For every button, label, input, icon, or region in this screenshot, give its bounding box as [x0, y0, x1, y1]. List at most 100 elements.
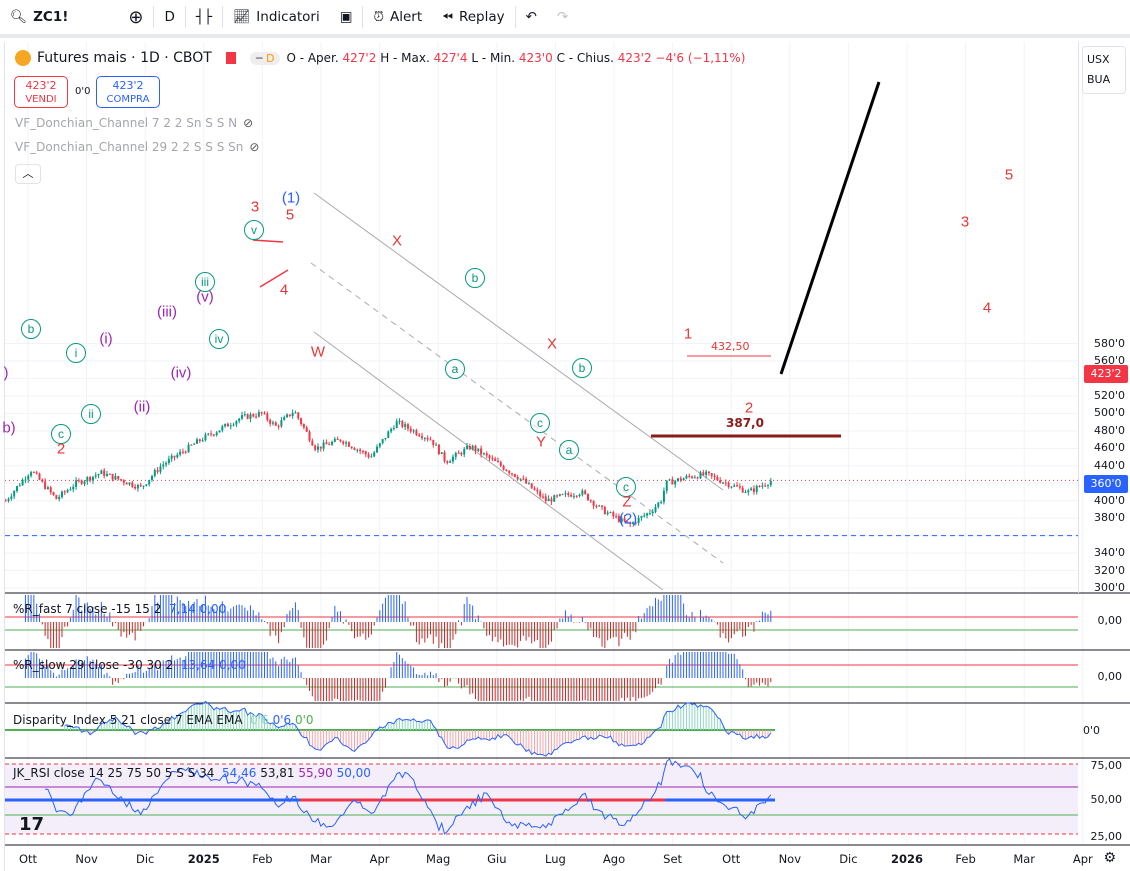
settings-gear-icon[interactable]: ⚙: [1103, 850, 1116, 866]
pane-wr-slow-legend[interactable]: %R_slow 29 close -30 30 2 13,64 0,00: [13, 658, 246, 672]
indicator-donchian-29[interactable]: VF_Donchian_Channel 29 2 2 S S S Sn ⊘: [15, 140, 259, 154]
pane-wr-fast-legend[interactable]: %R_fast 7 close -15 15 2 7,14 0,00: [13, 602, 226, 616]
flag-icon[interactable]: [225, 52, 236, 64]
wave-label[interactable]: X: [547, 336, 557, 353]
wave-label[interactable]: i: [66, 343, 86, 363]
alert-button[interactable]: ⏰︎ Alert: [363, 2, 432, 32]
wave-label[interactable]: ii: [81, 404, 101, 424]
candle-body: [97, 474, 100, 476]
buy-button[interactable]: 423'2 COMPRA: [96, 76, 160, 108]
chevron-up-icon: ︿: [22, 167, 34, 180]
channel-upper-line: [313, 192, 724, 491]
wave-label[interactable]: 4: [280, 282, 288, 299]
price-tick: 460'0: [1093, 441, 1125, 455]
pane-rsi-legend[interactable]: JK_RSI close 14 25 75 50 5 S S 34 54,46 …: [13, 766, 371, 780]
candle-body: [460, 452, 463, 455]
unit-select[interactable]: BUA: [1087, 70, 1121, 90]
wave-label[interactable]: 2: [745, 400, 753, 417]
chart-type-button[interactable]: ┤├: [186, 2, 222, 32]
wave-label[interactable]: (1): [282, 190, 300, 207]
candle-body: [86, 477, 89, 482]
candle-body: [18, 485, 21, 487]
wave-label[interactable]: 4: [983, 300, 991, 317]
candle-body: [378, 443, 381, 447]
wave-label[interactable]: ): [4, 365, 9, 382]
rsi-axis-75: 75,00: [1090, 759, 1123, 772]
candle-body: [609, 512, 612, 514]
indicators-button[interactable]: 📈︎ Indicatori: [223, 2, 330, 32]
interval-button[interactable]: D: [154, 2, 184, 32]
candle-body: [716, 476, 719, 481]
chart-area[interactable]: Futures mais · 1D · CBOT ━ D O - Aper. 4…: [2, 42, 1130, 871]
wave-label[interactable]: 2: [57, 441, 65, 458]
wave-label[interactable]: 5: [1005, 167, 1013, 184]
wave-label[interactable]: (iii): [157, 304, 177, 321]
price-axis[interactable]: 580'0560'0540'0520'0500'0480'0460'0440'0…: [1078, 42, 1130, 594]
time-tick: Feb: [955, 852, 976, 866]
time-tick: 2026: [890, 852, 924, 866]
candle-body: [384, 438, 387, 440]
wave-label[interactable]: b: [21, 319, 41, 339]
wave-label[interactable]: 5: [286, 207, 294, 224]
eye-off-icon[interactable]: ⊘: [249, 140, 259, 154]
candle-body: [561, 494, 564, 496]
wave-label[interactable]: iv: [209, 329, 229, 349]
wave-label[interactable]: 3: [961, 214, 969, 231]
wave-label[interactable]: Y: [536, 434, 546, 451]
wave-label[interactable]: X: [392, 233, 402, 250]
disparity-line: [64, 700, 772, 757]
candle-body: [741, 487, 744, 493]
wave-label[interactable]: v: [244, 220, 264, 240]
wave-label[interactable]: W: [311, 344, 325, 361]
candle-body: [55, 495, 58, 500]
pane-disparity-legend[interactable]: Disparity_Index 5 21 close 7 EMA EMA 0'6…: [13, 713, 314, 727]
wave-label[interactable]: (ii): [134, 399, 151, 416]
candle-body: [111, 473, 114, 480]
wave-label[interactable]: b): [2, 420, 15, 437]
candle-body: [105, 473, 108, 476]
candle-body: [347, 442, 350, 447]
undo-button[interactable]: ↶: [516, 2, 547, 32]
wave-label[interactable]: (i): [99, 331, 112, 348]
wave-label[interactable]: (iv): [171, 365, 192, 382]
tradingview-logo[interactable]: 17: [19, 814, 44, 835]
wave-label[interactable]: a: [445, 359, 465, 379]
currency-menu[interactable]: USX BUA: [1082, 46, 1126, 94]
eye-off-icon[interactable]: ⊘: [243, 116, 253, 130]
candle-body: [457, 452, 460, 454]
candle-body: [294, 412, 297, 414]
candle-body: [471, 445, 474, 450]
candle-body: [646, 513, 649, 516]
wave-label[interactable]: 1: [684, 326, 692, 343]
candle-body: [134, 486, 137, 489]
wave-label[interactable]: (v): [196, 289, 214, 306]
candle-body: [575, 495, 578, 497]
candle-body: [167, 458, 170, 463]
wave-label[interactable]: 3: [251, 199, 259, 216]
indicator-donchian-7[interactable]: VF_Donchian_Channel 7 2 2 Sn S S N ⊘: [15, 116, 253, 130]
wave-label[interactable]: a: [559, 440, 579, 460]
wave-label[interactable]: b: [465, 268, 485, 288]
candle-body: [589, 500, 592, 502]
candle-body: [246, 414, 249, 419]
layouts-button[interactable]: ▣: [330, 2, 363, 32]
replay-button[interactable]: ⏪︎ Replay: [432, 2, 514, 32]
collapse-legend-button[interactable]: ︿: [15, 164, 41, 184]
candle-body: [570, 494, 573, 497]
symbol-search[interactable]: 🔍︎ ZC1!: [0, 2, 78, 32]
wave-label[interactable]: b: [572, 358, 592, 378]
candle-body: [488, 455, 491, 459]
currency-select[interactable]: USX: [1087, 50, 1121, 70]
candle-body: [668, 479, 671, 481]
candle-body: [567, 493, 570, 495]
compare-button[interactable]: ⊕: [118, 2, 153, 32]
wave-label[interactable]: Z: [622, 494, 631, 511]
wave-label[interactable]: (2): [619, 511, 637, 528]
pane-wr-slow-axis: 0,00: [1097, 670, 1123, 683]
redo-button[interactable]: ↷: [547, 2, 578, 32]
wave-label[interactable]: c: [530, 413, 550, 433]
candle-body: [297, 412, 300, 419]
candle-body: [173, 455, 176, 458]
alarm-icon: ⏰︎: [373, 9, 385, 25]
sell-button[interactable]: 423'2 VENDI: [14, 76, 68, 108]
